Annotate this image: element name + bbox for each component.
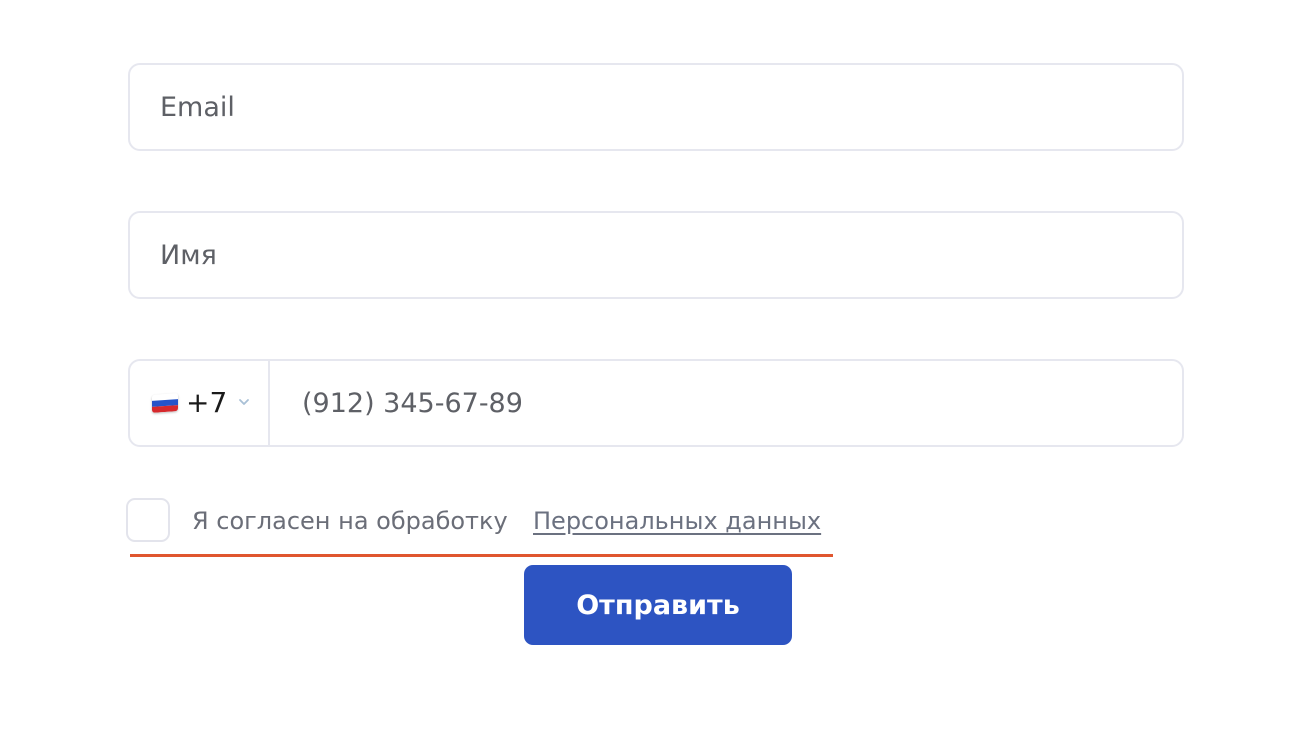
personal-data-link[interactable]: Персональных данных xyxy=(533,497,821,545)
dial-code: +7 xyxy=(186,386,228,419)
consent-error-underline xyxy=(130,554,833,557)
email-field-container xyxy=(128,63,1184,151)
name-input[interactable] xyxy=(160,213,1162,297)
chevron-down-icon xyxy=(239,399,249,405)
name-field-container xyxy=(128,211,1184,299)
consent-row: Я согласен на обработку Персональных дан… xyxy=(126,497,846,543)
consent-label: Я согласен на обработку xyxy=(192,507,508,535)
consent-checkbox[interactable] xyxy=(126,498,170,542)
phone-field-container: +7 xyxy=(128,359,1184,447)
contact-form: +7 Я согласен на обработку Персональных … xyxy=(0,0,1308,752)
phone-input[interactable] xyxy=(302,361,1162,445)
submit-button[interactable]: Отправить xyxy=(524,565,792,645)
email-input[interactable] xyxy=(160,65,1162,149)
country-code-selector[interactable]: +7 xyxy=(130,361,270,445)
russia-flag-icon xyxy=(152,393,178,413)
